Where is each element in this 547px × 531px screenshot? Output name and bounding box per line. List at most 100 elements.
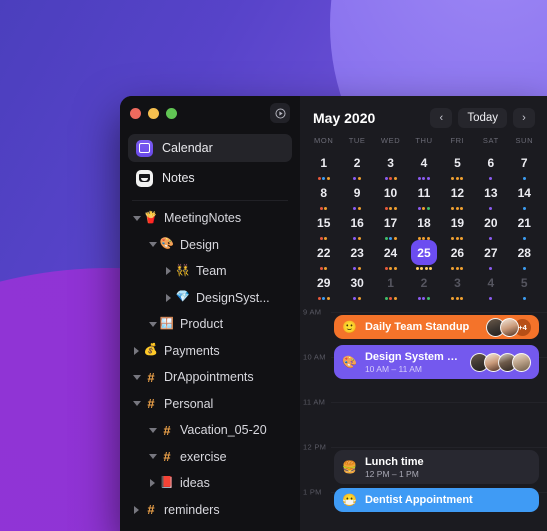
avatar [500, 317, 519, 337]
day-number: 1 [320, 155, 328, 170]
day-cell[interactable]: 27 [474, 240, 507, 270]
next-month-button[interactable]: › [513, 108, 535, 128]
day-cell[interactable]: 6 [474, 150, 507, 180]
sidebar-tree-item-label: DesignSyst... [196, 290, 270, 305]
screen: Calendar Notes 🍟 MeetingNotes 🎨 Design 👯 Team… [0, 0, 547, 531]
day-cell[interactable]: 17 [374, 210, 407, 240]
day-cell[interactable]: 15 [307, 210, 340, 240]
day-cell[interactable]: 28 [508, 240, 541, 270]
day-cell[interactable]: 10 [374, 180, 407, 210]
day-cell[interactable]: 3 [374, 150, 407, 180]
day-cell[interactable]: 21 [508, 210, 541, 240]
chevron-down-icon[interactable] [146, 242, 159, 248]
day-cell[interactable]: 11 [407, 180, 440, 210]
event-dot [489, 296, 493, 300]
day-cell[interactable]: 20 [474, 210, 507, 240]
day-cell[interactable]: 9 [340, 180, 373, 210]
chevron-right-icon[interactable] [162, 267, 175, 276]
chevron-down-icon[interactable] [146, 427, 159, 433]
event-text: Lunch time 12 PM – 1 PM [365, 456, 531, 479]
chevron-right-icon[interactable] [130, 505, 143, 514]
clock-play-icon[interactable] [270, 103, 290, 123]
day-number: 15 [317, 215, 331, 230]
agenda-list[interactable]: 9 AM10 AM11 AM12 PM1 PM2 PM3 PM🙂Daily Te… [301, 304, 547, 531]
chevron-down-icon[interactable] [146, 321, 159, 327]
prev-month-button[interactable]: ‹ [430, 108, 453, 128]
today-button[interactable]: Today [458, 108, 507, 128]
minimize-button[interactable] [148, 107, 159, 119]
day-number: 13 [484, 185, 498, 200]
close-button[interactable] [130, 107, 141, 119]
day-cell[interactable]: 22 [307, 240, 340, 270]
caret-glyph [148, 321, 157, 327]
sidebar-tree-item[interactable]: 🪟 Product [126, 311, 294, 338]
chevron-down-icon[interactable] [130, 215, 143, 221]
day-number: 27 [484, 245, 498, 260]
day-number: 11 [417, 185, 431, 200]
sidebar-tree-item[interactable]: 👯 Team [126, 258, 294, 285]
sidebar-tree-item[interactable]: 💰 Payments [126, 338, 294, 365]
agenda-event[interactable]: 🙂 Daily Team Standup +4 [334, 315, 539, 339]
event-attendee-avatars[interactable]: +4 [486, 317, 531, 337]
day-cell[interactable]: 7 [508, 150, 541, 180]
day-cell[interactable]: 18 [407, 210, 440, 240]
sidebar-tree-item[interactable]: # reminders [126, 497, 294, 524]
chevron-right-icon[interactable] [130, 346, 143, 355]
sidebar-tree-item[interactable]: 💎 DesignSyst... [126, 285, 294, 312]
day-cell[interactable]: 29 [307, 270, 340, 300]
day-cell[interactable]: 26 [441, 240, 474, 270]
day-cell[interactable]: 4 [474, 270, 507, 300]
tree-emoji-icon: 🍟 [143, 211, 159, 224]
sidebar-item-notes[interactable]: Notes [128, 164, 292, 192]
day-cell[interactable]: 2 [407, 270, 440, 300]
day-cell[interactable]: 23 [340, 240, 373, 270]
sidebar-tree-item[interactable]: 📕 ideas [126, 470, 294, 497]
agenda-event[interactable]: 🎨 Design System Ref...10 AM – 11 AM [334, 345, 539, 379]
day-cell[interactable]: 4 [407, 150, 440, 180]
day-cell[interactable]: 13 [474, 180, 507, 210]
sidebar-tree-item[interactable]: 🎨 Design [126, 232, 294, 259]
time-slot: 9 AM [301, 308, 547, 317]
day-cell[interactable]: 30 [340, 270, 373, 300]
caret-glyph [148, 427, 157, 433]
event-dot [322, 296, 326, 300]
event-dot [389, 296, 393, 300]
weekday-label: SUN [515, 136, 534, 145]
sidebar-item-calendar[interactable]: Calendar [128, 134, 292, 162]
event-attendee-avatars[interactable] [470, 352, 531, 372]
chevron-down-icon[interactable] [130, 401, 143, 407]
caret-glyph [132, 374, 141, 380]
sidebar-tree-item[interactable]: # Vacation_05-20 [126, 417, 294, 444]
chevron-down-icon[interactable] [146, 454, 159, 460]
event-title: Design System Ref... [364, 350, 462, 363]
sidebar-tree-item[interactable]: 🍟 MeetingNotes [126, 205, 294, 232]
agenda-event[interactable]: 😷 Dentist Appointment [334, 488, 539, 512]
day-cell[interactable]: 16 [340, 210, 373, 240]
chevron-right-icon[interactable] [162, 293, 175, 302]
sidebar-tree-item[interactable]: # DrAppointments [126, 364, 294, 391]
day-cell[interactable]: 19 [441, 210, 474, 240]
day-cell[interactable]: 12 [441, 180, 474, 210]
maximize-button[interactable] [166, 107, 177, 119]
calendar-icon [136, 139, 153, 157]
day-cell[interactable]: 2 [340, 150, 373, 180]
day-cell[interactable]: 1 [374, 270, 407, 300]
event-dot [422, 296, 426, 300]
caret-glyph [150, 479, 155, 488]
agenda-event[interactable]: 🍔 Lunch time 12 PM – 1 PM [334, 450, 539, 484]
chevron-down-icon[interactable] [130, 374, 143, 380]
time-slot: 11 AM [301, 398, 547, 407]
sidebar-tree-item[interactable]: # Personal [126, 391, 294, 418]
day-cell[interactable]: 5 [441, 150, 474, 180]
day-cell[interactable]: 24 [374, 240, 407, 270]
tree-emoji-icon: 💰 [143, 344, 159, 356]
day-cell[interactable]: 3 [441, 270, 474, 300]
day-cell[interactable]: 14 [508, 180, 541, 210]
day-cell[interactable]: 5 [508, 270, 541, 300]
day-cell-selected[interactable]: 25 [407, 240, 440, 270]
day-cell[interactable]: 1 [307, 150, 340, 180]
day-event-dots [522, 296, 526, 300]
chevron-right-icon[interactable] [146, 479, 159, 488]
sidebar-tree-item[interactable]: # exercise [126, 444, 294, 471]
day-cell[interactable]: 8 [307, 180, 340, 210]
